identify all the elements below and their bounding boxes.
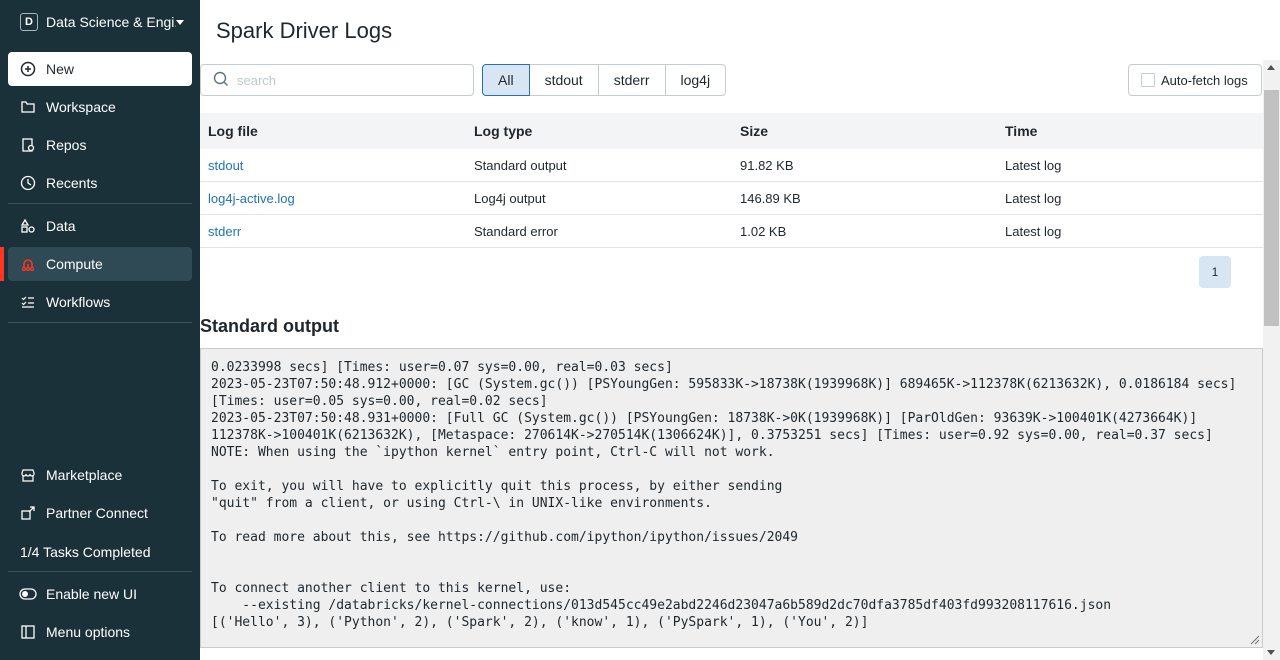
sidebar-item-label: Recents — [46, 175, 98, 191]
filter-log4j-button[interactable]: log4j — [664, 64, 727, 96]
standard-output-title: Standard output — [200, 316, 339, 336]
size-cell: 91.82 KB — [740, 157, 794, 173]
log-file-link[interactable]: stderr — [208, 224, 241, 239]
workspace-badge: D — [20, 13, 38, 31]
column-header-size: Size — [740, 123, 769, 139]
repo-icon — [19, 136, 37, 154]
search-input[interactable] — [237, 72, 457, 88]
sidebar-item-label: Workflows — [46, 294, 111, 310]
enable-new-ui-toggle[interactable]: Enable new UI — [8, 577, 192, 611]
scroll-down-icon[interactable] — [1267, 650, 1275, 655]
search-box[interactable] — [200, 64, 474, 96]
pagination-page-1[interactable]: 1 — [1199, 256, 1231, 288]
sidebar-item-workflows[interactable]: Workflows — [8, 285, 192, 319]
time-cell: Latest log — [1005, 157, 1062, 173]
checkbox-icon[interactable] — [1141, 73, 1155, 87]
workspace-switcher[interactable]: D Data Science & Engi... — [12, 8, 192, 36]
sidebar-item-workspace[interactable]: Workspace — [8, 90, 192, 124]
caret-down-icon — [176, 19, 184, 25]
sidebar-item-marketplace[interactable]: Marketplace — [8, 458, 192, 492]
log-type-cell: Standard error — [474, 223, 558, 239]
toggle-icon — [19, 585, 37, 603]
log-type-filter: All stdout stderr log4j — [482, 64, 727, 96]
sidebar-item-label: Workspace — [46, 99, 116, 115]
data-shapes-icon — [19, 217, 37, 235]
sidebar-divider — [8, 203, 192, 204]
auto-fetch-logs-checkbox[interactable]: Auto-fetch logs — [1128, 64, 1262, 96]
sidebar-item-compute[interactable]: Compute — [8, 247, 192, 281]
menu-options-label: Menu options — [46, 624, 131, 640]
column-header-log-type: Log type — [474, 123, 533, 139]
sidebar-divider — [8, 571, 192, 572]
search-icon — [213, 71, 229, 90]
scroll-up-icon[interactable] — [1267, 65, 1275, 70]
sidebar-item-label: Partner Connect — [46, 505, 148, 521]
table-header: Log file Log type Size Time — [200, 113, 1263, 149]
sidebar-divider — [8, 322, 192, 323]
auto-fetch-label: Auto-fetch logs — [1161, 72, 1248, 88]
new-label: New — [46, 61, 75, 77]
column-header-log-file: Log file — [208, 123, 258, 139]
filter-stderr-button[interactable]: stderr — [597, 64, 666, 96]
table-row: stderr Standard error 1.02 KB Latest log — [200, 215, 1263, 248]
sidebar-item-data[interactable]: Data — [8, 209, 192, 243]
log-text: 0.0233998 secs] [Times: user=0.07 sys=0.… — [211, 360, 1237, 630]
filter-stdout-button[interactable]: stdout — [528, 64, 599, 96]
log-files-table: Log file Log type Size Time stdout Stand… — [200, 113, 1263, 248]
log-file-link[interactable]: stdout — [208, 158, 243, 173]
main-content: Spark Driver Logs All stdout stderr log4… — [200, 0, 1280, 660]
scrollbar-thumb[interactable] — [1264, 90, 1279, 326]
clock-icon — [19, 174, 37, 192]
log-type-cell: Standard output — [474, 157, 567, 173]
tasks-completed[interactable]: 1/4 Tasks Completed — [20, 544, 150, 560]
table-row: log4j-active.log Log4j output 146.89 KB … — [200, 182, 1263, 215]
sidebar-item-repos[interactable]: Repos — [8, 128, 192, 162]
time-cell: Latest log — [1005, 190, 1062, 206]
sidebar-item-label: Repos — [46, 137, 87, 153]
sidebar-item-label: Data — [46, 218, 76, 234]
resize-handle-icon[interactable] — [1248, 633, 1260, 645]
active-indicator — [0, 247, 4, 281]
new-button[interactable]: New — [8, 52, 192, 86]
store-icon — [19, 466, 37, 484]
enable-new-ui-label: Enable new UI — [46, 586, 138, 602]
sidebar-item-label: Compute — [46, 256, 103, 272]
size-cell: 1.02 KB — [740, 223, 787, 239]
column-header-time: Time — [1005, 123, 1038, 139]
sidebar: D Data Science & Engi... New Workspace R… — [0, 0, 200, 660]
standard-output-log[interactable]: 0.0233998 secs] [Times: user=0.07 sys=0.… — [200, 348, 1263, 648]
log-file-link[interactable]: log4j-active.log — [208, 191, 295, 206]
folder-icon — [19, 98, 37, 116]
time-cell: Latest log — [1005, 223, 1062, 239]
page-title: Spark Driver Logs — [216, 18, 393, 43]
sidebar-item-partner-connect[interactable]: Partner Connect — [8, 496, 192, 530]
menu-options-button[interactable]: Menu options — [8, 615, 192, 649]
workflows-list-icon — [19, 293, 37, 311]
partner-connect-icon — [19, 504, 37, 522]
sidebar-panel-icon — [19, 623, 37, 641]
plus-circle-icon — [19, 60, 37, 78]
sidebar-item-label: Marketplace — [46, 467, 123, 483]
table-row: stdout Standard output 91.82 KB Latest l… — [200, 149, 1263, 182]
filter-all-button[interactable]: All — [482, 64, 530, 96]
workspace-name: Data Science & Engi... — [46, 14, 176, 30]
log-type-cell: Log4j output — [474, 190, 546, 206]
vertical-scrollbar[interactable] — [1263, 60, 1280, 660]
sidebar-item-recents[interactable]: Recents — [8, 166, 192, 200]
size-cell: 146.89 KB — [740, 190, 801, 206]
cloud-compute-icon — [19, 255, 37, 273]
